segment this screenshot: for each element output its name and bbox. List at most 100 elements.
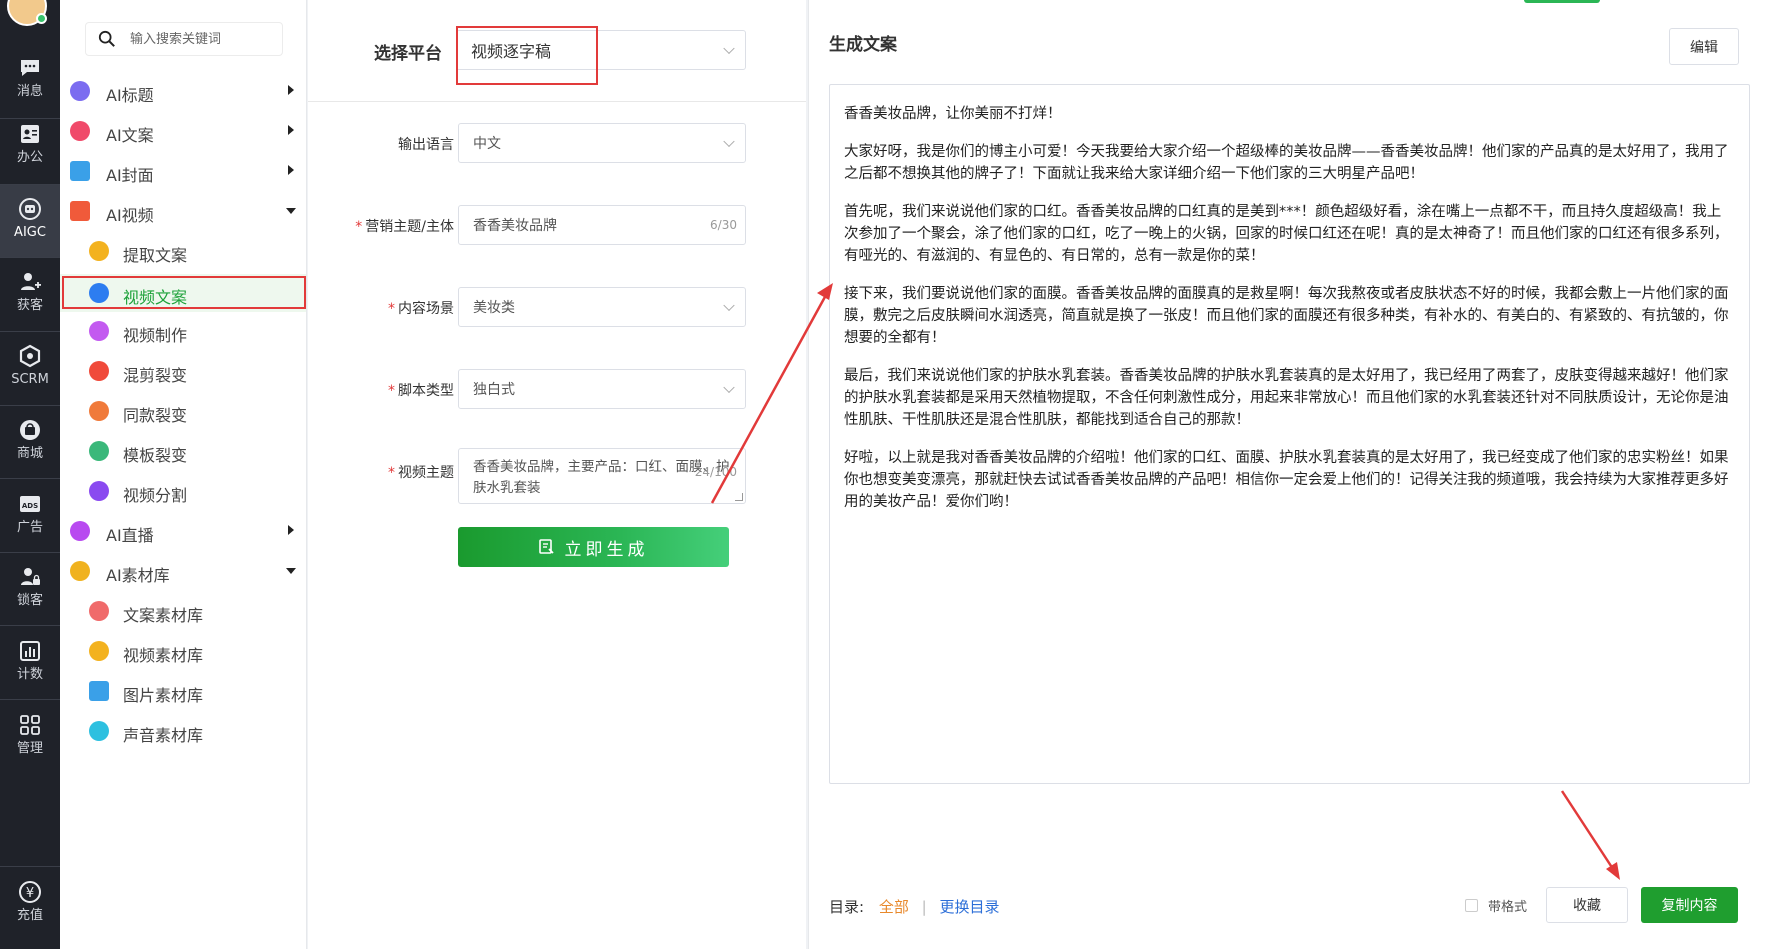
copy-paragraph: 首先呢，我们来说说他们家的口红。香香美妆品牌的口红真的是美到***！颜色超级好看…	[844, 204, 1729, 264]
ai-library-icon	[70, 561, 90, 581]
search-input[interactable]	[130, 31, 270, 47]
sidebar-item-label: 视频制作	[123, 326, 188, 345]
rail-item-ads[interactable]: ADS 广告	[0, 480, 60, 552]
toc-all-link[interactable]: 全部	[879, 898, 909, 916]
sidebar-item-image-library[interactable]: 图片素材库	[60, 672, 306, 710]
chevron-down-icon	[723, 299, 735, 312]
sidebar-item-ai-cover[interactable]: AI封面	[60, 152, 306, 190]
sidebar-item-ai-copy[interactable]: AI文案	[60, 112, 306, 150]
checkbox-box[interactable]	[1465, 899, 1478, 912]
video-make-icon	[89, 321, 109, 341]
rail-item-shop[interactable]: 商城	[0, 406, 60, 478]
sidebar-search	[85, 22, 283, 56]
topic-input[interactable]: 香香美妆品牌 6/30	[458, 205, 746, 245]
language-select[interactable]: 中文	[458, 123, 746, 163]
sidebar-item-copy-library[interactable]: 文案素材库	[60, 592, 306, 630]
copy-content-button[interactable]: 复制内容	[1641, 887, 1738, 923]
user-avatar[interactable]	[7, 0, 47, 26]
shop-bag-icon	[20, 420, 40, 440]
video-topic-char-count: 24/100	[694, 465, 737, 479]
rail-item-office[interactable]: 办公	[0, 110, 60, 182]
rail-item-recharge[interactable]: ¥ 充值	[0, 868, 60, 940]
generate-button-label: 立即生成	[564, 539, 649, 560]
platform-select[interactable]: 视频逐字稿	[456, 30, 746, 70]
ai-live-icon	[70, 521, 90, 541]
with-format-checkbox[interactable]: 带格式	[1465, 896, 1527, 915]
sidebar-item-label: 模板裂变	[123, 446, 188, 465]
chevron-down-icon	[723, 381, 735, 394]
topic-input-value: 香香美妆品牌	[473, 218, 557, 234]
ai-video-icon	[70, 201, 90, 221]
chevron-down-icon	[723, 135, 735, 148]
favorite-button[interactable]: 收藏	[1546, 887, 1628, 923]
sidebar-item-video-split[interactable]: 视频分割	[60, 472, 306, 510]
ai-copy-icon	[70, 121, 90, 141]
sidebar-item-label: 同款裂变	[123, 406, 188, 425]
sidebar-item-label: 视频文案	[123, 288, 188, 307]
rail-item-lock-customer[interactable]: 锁客	[0, 553, 60, 625]
rail-label: 充值	[16, 908, 43, 923]
generated-copy-textbox[interactable]: 香香美妆品牌，让你美丽不打烊！ 大家好呀，我是你们的博主小可爱！今天我要给大家介…	[829, 84, 1750, 784]
main-nav-rail: 消息 办公 AIGC 获客 SCRM 商城 ADS 广告 锁客 计数 管理 ¥ …	[0, 0, 60, 949]
sidebar-item-label: AI文案	[106, 126, 154, 145]
topic-char-count: 6/30	[710, 218, 737, 232]
rail-item-count[interactable]: 计数	[0, 627, 60, 699]
toc-separator: |	[921, 898, 927, 916]
video-topic-value: 香香美妆品牌，主要产品：口红、面膜、护肤水乳套装	[473, 459, 730, 496]
chevron-right-icon	[288, 165, 294, 175]
sidebar-item-ai-library[interactable]: AI素材库	[60, 552, 306, 590]
rail-item-aigc[interactable]: AIGC	[0, 185, 60, 257]
scene-select[interactable]: 美妆类	[458, 287, 746, 327]
app-root: 消息 办公 AIGC 获客 SCRM 商城 ADS 广告 锁客 计数 管理 ¥ …	[0, 0, 1767, 949]
user-lock-icon	[21, 568, 40, 585]
rail-item-manage[interactable]: 管理	[0, 701, 60, 773]
platform-label: 选择平台	[374, 44, 442, 64]
script-type-label: * 脚本类型	[388, 383, 454, 399]
toc-label: 目录:	[829, 898, 865, 916]
video-topic-textarea[interactable]: 香香美妆品牌，主要产品：口红、面膜、护肤水乳套装 24/100	[458, 448, 746, 504]
sidebar-item-mix-fission[interactable]: 混剪裂变	[60, 352, 306, 390]
platform-row: 选择平台 视频逐字稿	[308, 0, 806, 102]
rail-item-scrm[interactable]: SCRM	[0, 332, 60, 404]
generation-form: 选择平台 视频逐字稿 输出语言 中文 * 营销主题/主体 香香美妆品牌 6/30 …	[308, 0, 806, 949]
sidebar-item-video-copy[interactable]: 视频文案	[60, 274, 306, 312]
sidebar-item-ai-video[interactable]: AI视频	[60, 192, 306, 230]
play-icon	[89, 283, 109, 303]
rail-item-acquire[interactable]: 获客	[0, 258, 60, 330]
sidebar-item-ai-live[interactable]: AI直播	[60, 512, 306, 550]
scene-label: * 内容场景	[388, 301, 454, 317]
sidebar-item-same-fission[interactable]: 同款裂变	[60, 392, 306, 430]
top-green-bar	[1524, 0, 1600, 3]
svg-text:ADS: ADS	[22, 502, 38, 510]
rail-label: 锁客	[16, 593, 43, 608]
sidebar-item-template-fission[interactable]: 模板裂变	[60, 432, 306, 470]
chevron-right-icon	[288, 525, 294, 535]
rail-label: 消息	[16, 84, 43, 99]
svg-text:¥: ¥	[26, 886, 34, 901]
edit-button[interactable]: 编辑	[1669, 28, 1739, 65]
rail-label: AIGC	[14, 225, 46, 240]
sidebar-item-audio-library[interactable]: 声音素材库	[60, 712, 306, 750]
script-type-select[interactable]: 独白式	[458, 369, 746, 409]
bar-chart-icon	[20, 641, 40, 661]
resize-grip-icon[interactable]	[735, 493, 743, 501]
chat-icon	[21, 60, 39, 76]
chevron-down-icon	[286, 208, 296, 214]
sidebar-item-video-make[interactable]: 视频制作	[60, 312, 306, 350]
sidebar-item-label: 视频素材库	[123, 646, 204, 665]
generate-button[interactable]: 立即生成	[458, 527, 729, 567]
image-library-icon	[89, 681, 109, 701]
rail-item-messages[interactable]: 消息	[0, 44, 60, 116]
sidebar-item-video-library[interactable]: 视频素材库	[60, 632, 306, 670]
search-icon	[98, 30, 115, 47]
sidebar-item-label: AI标题	[106, 86, 154, 105]
sidebar-item-extract-copy[interactable]: 提取文案	[60, 232, 306, 270]
script-type-select-value: 独白式	[473, 382, 515, 398]
chevron-right-icon	[288, 125, 294, 135]
result-title: 生成文案	[829, 35, 897, 55]
sidebar-item-label: 文案素材库	[123, 606, 204, 625]
sidebar-item-label: AI视频	[106, 206, 154, 225]
sidebar-item-label: 提取文案	[123, 246, 188, 265]
toc-change-link[interactable]: 更换目录	[939, 898, 999, 916]
sidebar-item-ai-title[interactable]: AI标题	[60, 72, 306, 110]
